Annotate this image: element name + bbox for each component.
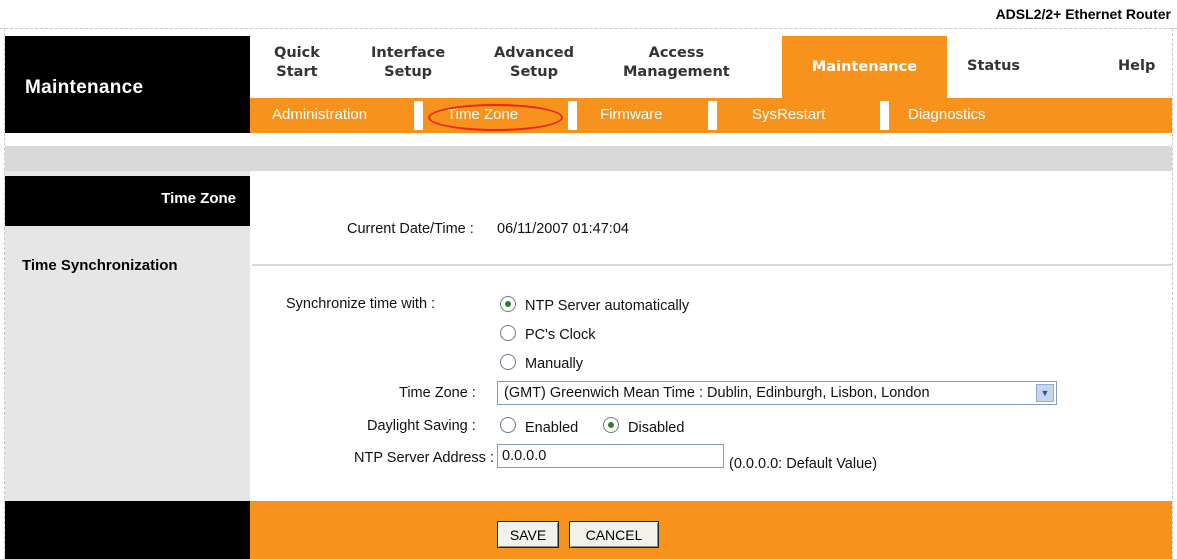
timezone-select[interactable]: (GMT) Greenwich Mean Time : Dublin, Edin… <box>497 381 1057 405</box>
subnav-separator <box>568 101 577 130</box>
sub-nav: Administration Time Zone Firmware SysRes… <box>250 98 1172 133</box>
radio-label-enabled: Enabled <box>525 420 579 436</box>
nav-maintenance[interactable]: Maintenance <box>782 36 947 98</box>
radio-daylight-enabled[interactable] <box>500 417 516 433</box>
product-name: ADSL2/2+ Ethernet Router <box>995 6 1171 22</box>
footer-bar <box>250 501 1172 559</box>
footer-left <box>5 501 250 559</box>
daylight-label: Daylight Saving : <box>367 418 476 434</box>
section-header-time-zone: Time Zone <box>5 176 250 226</box>
highlight-oval <box>428 104 563 131</box>
save-button[interactable]: SAVE <box>497 521 559 548</box>
subnav-administration[interactable]: Administration <box>272 106 367 123</box>
current-datetime-value: 06/11/2007 01:47:04 <box>497 221 629 237</box>
timezone-value: (GMT) Greenwich Mean Time : Dublin, Edin… <box>504 385 930 401</box>
section-title-time-sync: Time Synchronization <box>22 257 178 274</box>
nav-access-management[interactable]: Access Management <box>623 44 730 82</box>
subnav-diagnostics[interactable]: Diagnostics <box>908 106 986 123</box>
timezone-label: Time Zone : <box>399 385 476 401</box>
radio-ntp-server[interactable] <box>500 296 516 312</box>
cancel-button[interactable]: CANCEL <box>569 521 659 548</box>
main-nav: Quick Start Interface Setup Advanced Set… <box>250 36 1172 98</box>
subnav-separator <box>708 101 717 130</box>
radio-manually[interactable] <box>500 354 516 370</box>
ntp-address-label: NTP Server Address : <box>354 450 494 466</box>
subnav-separator <box>880 101 889 130</box>
page-border <box>1172 28 1173 559</box>
nav-quick-start[interactable]: Quick Start <box>274 44 320 82</box>
logo-panel: Maintenance <box>5 36 250 133</box>
nav-help[interactable]: Help <box>1118 57 1155 76</box>
nav-status[interactable]: Status <box>967 57 1020 76</box>
section-divider <box>252 264 1172 266</box>
page-title: Maintenance <box>25 77 144 98</box>
page-border <box>0 28 1177 29</box>
current-datetime-label: Current Date/Time : <box>347 221 474 237</box>
subnav-firmware[interactable]: Firmware <box>600 106 663 123</box>
subnav-separator <box>414 101 423 130</box>
radio-label-manually: Manually <box>525 356 584 372</box>
radio-label-pc-clock: PC's Clock <box>525 327 596 343</box>
chevron-down-icon[interactable]: ▼ <box>1036 384 1054 402</box>
sync-label: Synchronize time with : <box>286 296 436 312</box>
nav-advanced-setup[interactable]: Advanced Setup <box>494 44 574 82</box>
spacer-strip <box>5 146 1172 171</box>
radio-pc-clock[interactable] <box>500 325 516 341</box>
radio-daylight-disabled[interactable] <box>603 417 619 433</box>
subnav-sysrestart[interactable]: SysRestart <box>752 106 825 123</box>
nav-interface-setup[interactable]: Interface Setup <box>371 44 445 82</box>
section-title: Time Zone <box>161 190 236 207</box>
ntp-address-hint: (0.0.0.0: Default Value) <box>729 456 878 472</box>
radio-label-ntp: NTP Server automatically <box>525 298 690 314</box>
radio-label-disabled: Disabled <box>628 420 685 436</box>
ntp-address-input[interactable] <box>497 444 724 468</box>
